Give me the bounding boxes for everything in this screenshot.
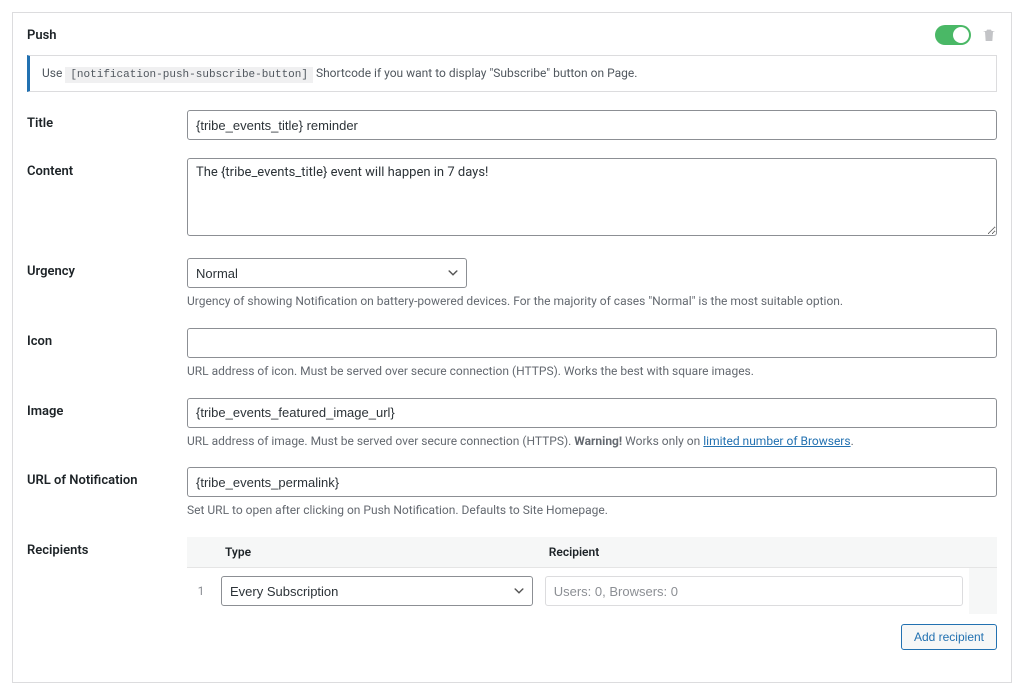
row-icon: Icon URL address of icon. Must be served… [27,328,997,380]
image-help: URL address of image. Must be served ove… [187,433,997,450]
row-number: 1 [187,568,215,615]
info-banner: Use [notification-push-subscribe-button]… [27,55,997,92]
banner-suffix: Shortcode if you want to display "Subscr… [313,66,637,80]
recipients-actions: Add recipient [187,624,997,650]
panel-title: Push [27,28,57,43]
browsers-link[interactable]: limited number of Browsers [703,434,850,448]
row-image: Image URL address of image. Must be serv… [27,398,997,450]
panel-header: Push [27,25,997,45]
urgency-help: Urgency of showing Notification on batte… [187,293,997,310]
label-url: URL of Notification [27,467,187,519]
label-icon: Icon [27,328,187,380]
row-urgency: Urgency Normal Urgency of showing Notifi… [27,258,997,310]
push-panel: Push Use [notification-push-subscribe-bu… [12,12,1012,683]
col-type-header: Type [215,537,539,568]
url-help: Set URL to open after clicking on Push N… [187,502,997,519]
row-title: Title [27,110,997,140]
col-recipient-header: Recipient [539,537,969,568]
recipient-type-select[interactable]: Every Subscription [221,576,533,606]
label-image: Image [27,398,187,450]
icon-help: URL address of icon. Must be served over… [187,363,997,380]
banner-prefix: Use [42,66,65,80]
row-content: Content The {tribe_events_title} event w… [27,158,997,240]
enable-toggle[interactable] [935,25,971,45]
header-actions [935,25,997,45]
trash-icon[interactable] [981,27,997,43]
urgency-select[interactable]: Normal [187,258,467,288]
row-url: URL of Notification Set URL to open afte… [27,467,997,519]
content-textarea[interactable]: The {tribe_events_title} event will happ… [187,158,997,236]
label-urgency: Urgency [27,258,187,310]
label-title: Title [27,110,187,140]
col-handle [187,537,215,568]
col-actions [969,537,997,568]
url-input[interactable] [187,467,997,497]
label-content: Content [27,158,187,240]
image-input[interactable] [187,398,997,428]
icon-input[interactable] [187,328,997,358]
banner-shortcode: [notification-push-subscribe-button] [65,67,313,83]
table-row: 1 Every Subscription [187,568,997,615]
recipient-display [545,576,963,606]
recipients-table: Type Recipient 1 Every Subscription [187,537,997,614]
title-input[interactable] [187,110,997,140]
add-recipient-button[interactable]: Add recipient [901,624,997,650]
